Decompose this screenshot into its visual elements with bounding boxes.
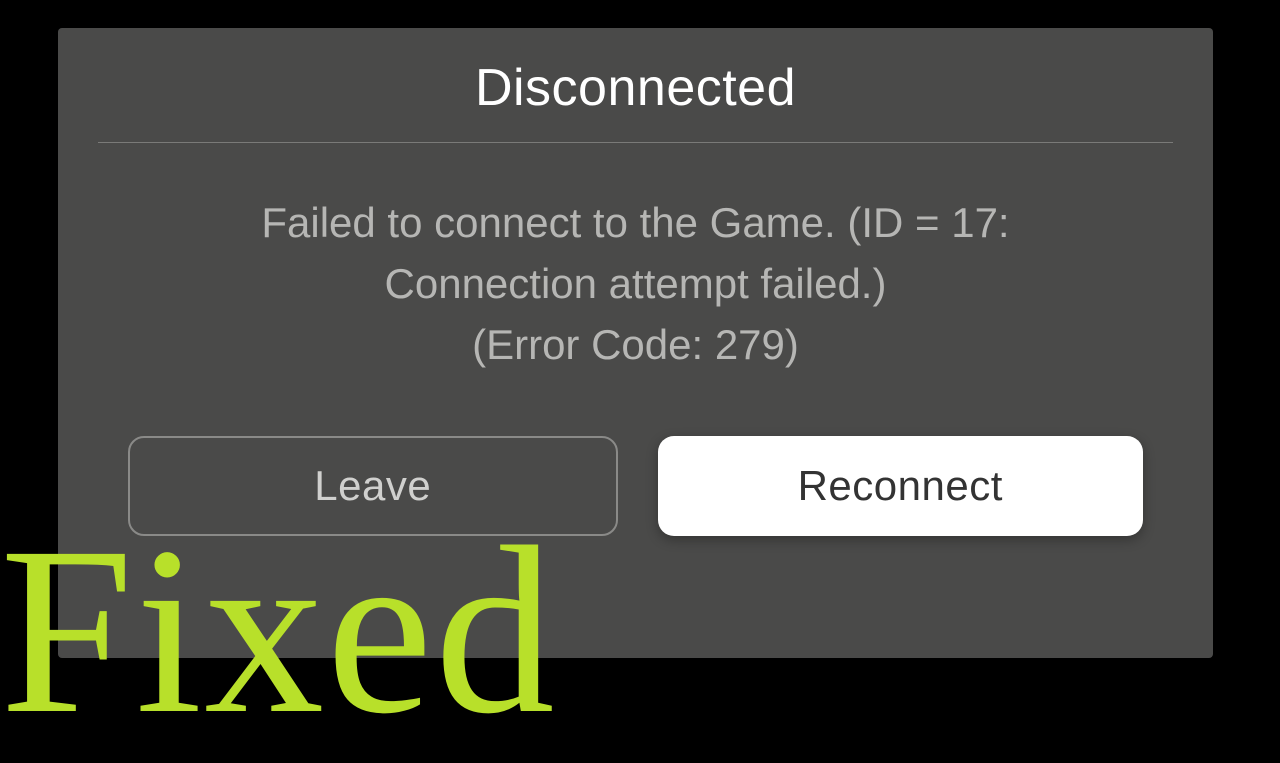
dialog-message: Failed to connect to the Game. (ID = 17:… <box>98 193 1173 376</box>
divider <box>98 142 1173 143</box>
message-line-3: (Error Code: 279) <box>472 321 799 368</box>
message-line-1: Failed to connect to the Game. (ID = 17: <box>261 199 1009 246</box>
dialog-title: Disconnected <box>98 58 1173 118</box>
reconnect-button[interactable]: Reconnect <box>658 436 1144 536</box>
message-line-2: Connection attempt failed.) <box>385 260 887 307</box>
fixed-overlay-text: Fixed <box>0 510 557 750</box>
